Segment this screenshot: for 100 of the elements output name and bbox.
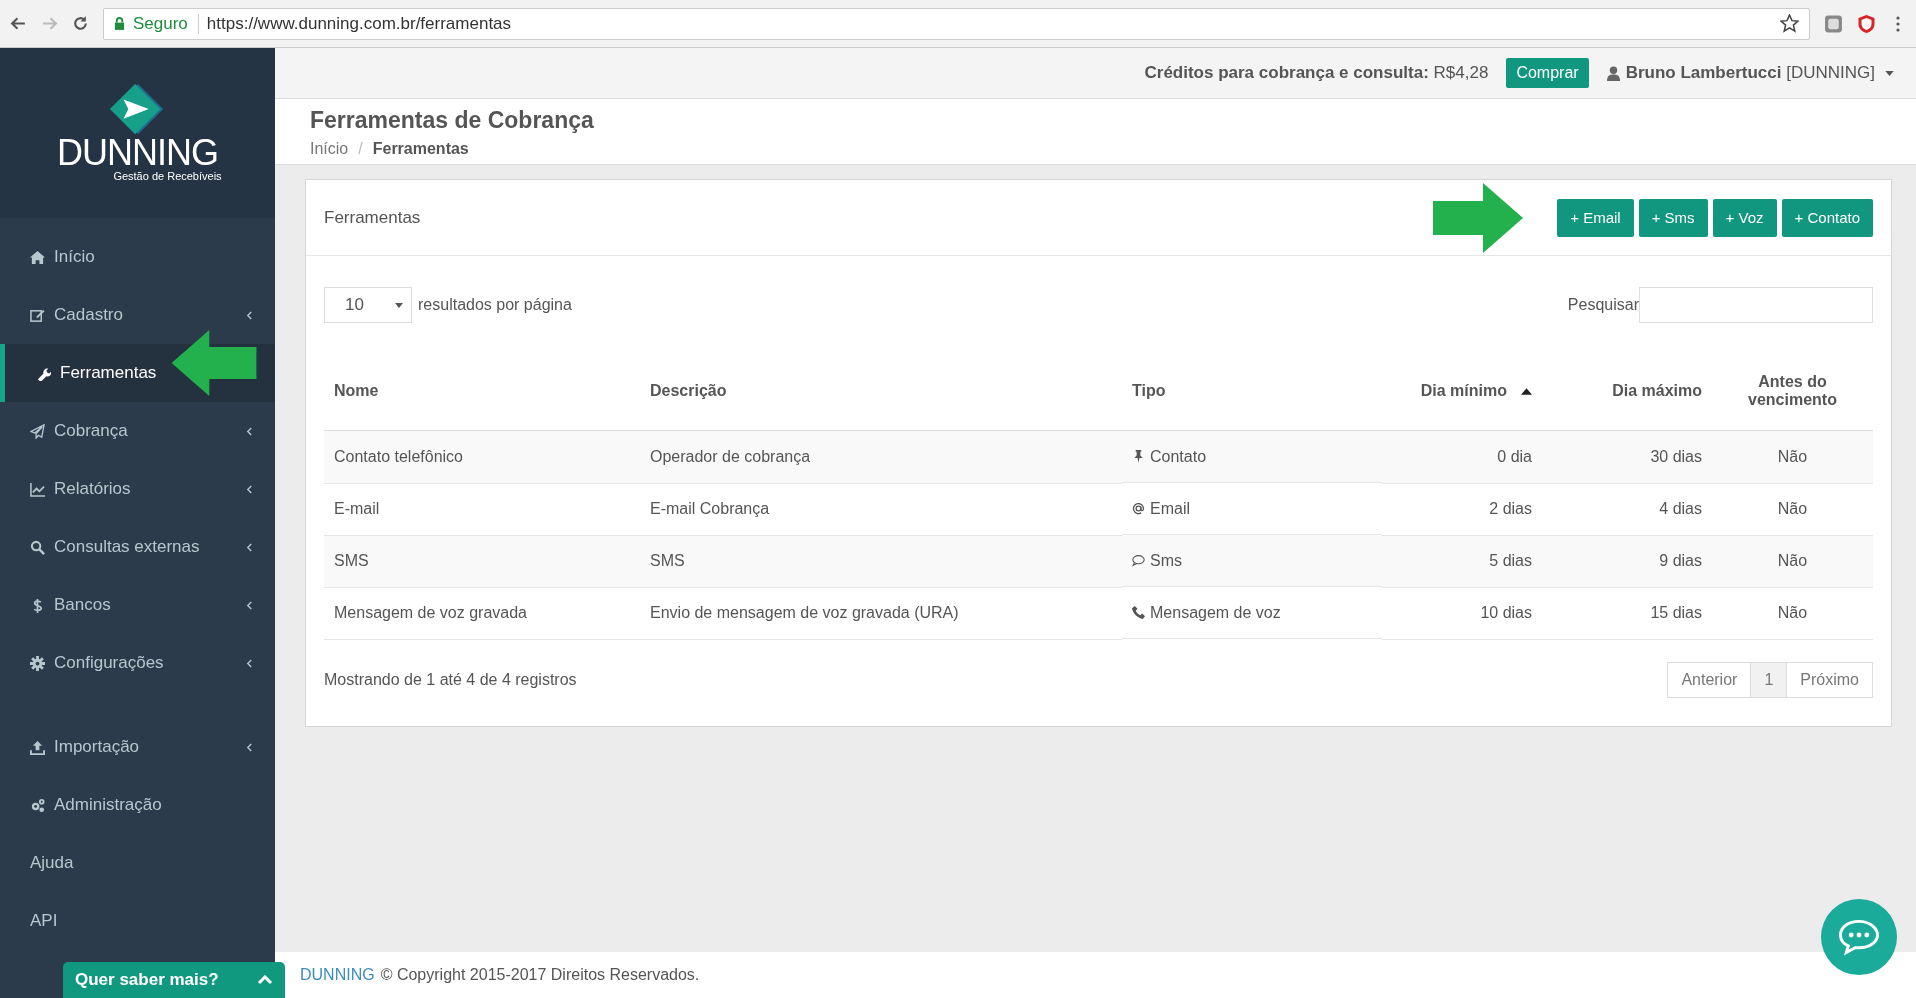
add-button[interactable]: + Contato bbox=[1781, 198, 1873, 237]
star-icon bbox=[1780, 14, 1799, 33]
add-button[interactable]: + Email bbox=[1557, 198, 1634, 237]
table-cell: Não bbox=[1712, 430, 1873, 483]
table-cell: Email bbox=[1150, 499, 1190, 518]
chevron-left-icon bbox=[246, 425, 253, 437]
table-cell: 2 dias bbox=[1382, 483, 1542, 535]
table-cell: Contato bbox=[1150, 447, 1207, 466]
page-size-select[interactable]: 10 bbox=[324, 287, 412, 323]
chevron-up-icon bbox=[257, 975, 273, 985]
speech-bubble-icon bbox=[1132, 554, 1145, 567]
buy-button[interactable]: Comprar bbox=[1506, 58, 1589, 88]
sidebar-item[interactable]: Cadastro bbox=[0, 286, 275, 344]
help-widget[interactable]: Quer saber mais? bbox=[63, 962, 285, 998]
pointer-arrow-icon bbox=[170, 330, 258, 396]
page-title: Ferramentas de Cobrança bbox=[310, 106, 595, 135]
search-icon bbox=[30, 539, 45, 555]
search-field[interactable] bbox=[1639, 287, 1873, 323]
sidebar-item[interactable]: Bancos bbox=[0, 576, 275, 634]
upload-icon bbox=[30, 739, 45, 755]
caret-down-icon bbox=[395, 302, 403, 308]
lock-icon bbox=[114, 17, 125, 30]
shield-icon bbox=[1857, 13, 1876, 34]
table-cell: Não bbox=[1712, 587, 1873, 639]
table-cell: 9 dias bbox=[1542, 535, 1712, 587]
sidebar-item[interactable]: Ajuda bbox=[0, 834, 275, 892]
credits-text: Créditos para cobrança e consulta: R$4,28 bbox=[1144, 63, 1489, 83]
table-cell: 0 dia bbox=[1382, 430, 1542, 483]
logo-tagline: Gestão de Recebíveis bbox=[113, 170, 222, 182]
sidebar-item[interactable]: Relatórios bbox=[0, 460, 275, 518]
column-header[interactable]: Dia mínimo bbox=[1382, 352, 1542, 431]
at-icon bbox=[1132, 502, 1145, 515]
caret-down-icon bbox=[1885, 70, 1894, 76]
table-cell: SMS bbox=[324, 535, 640, 587]
reload-icon bbox=[72, 15, 89, 32]
chevron-left-icon bbox=[246, 541, 253, 553]
table-cell: Não bbox=[1712, 535, 1873, 587]
column-header[interactable]: Nome bbox=[324, 352, 640, 431]
copyright-text: © Copyright 2015-2017 Direitos Reservados. bbox=[380, 966, 700, 984]
table-cell: Envio de mensagem de voz gravada (URA) bbox=[640, 587, 1122, 639]
chevron-left-icon bbox=[246, 657, 253, 669]
url-text: https://www.dunning.com.br/ferramentas bbox=[206, 13, 512, 34]
line-chart-icon bbox=[30, 481, 45, 497]
table-cell: 4 dias bbox=[1542, 483, 1712, 535]
back-icon bbox=[10, 15, 27, 32]
add-button[interactable]: + Voz bbox=[1712, 198, 1777, 237]
table-cell: E-mail bbox=[324, 483, 640, 535]
user-icon bbox=[1606, 65, 1620, 81]
breadcrumb-item: Ferramentas bbox=[372, 140, 469, 158]
gears-icon bbox=[30, 797, 45, 813]
home-icon bbox=[30, 249, 45, 265]
table-cell: Sms bbox=[1150, 551, 1182, 570]
edit-icon bbox=[30, 307, 45, 323]
address-bar[interactable]: Seguro https://www.dunning.com.br/ferramentas bbox=[103, 7, 1810, 40]
chevron-left-icon bbox=[246, 309, 253, 321]
search-label: Pesquisar bbox=[1567, 296, 1639, 314]
table-cell: 15 dias bbox=[1542, 587, 1712, 639]
chevron-left-icon bbox=[246, 483, 253, 495]
page-size-label: resultados por página bbox=[418, 296, 572, 314]
gear-icon bbox=[30, 655, 45, 671]
column-header[interactable]: Dia máximo bbox=[1542, 352, 1712, 431]
sidebar-item[interactable]: Cobrança bbox=[0, 402, 275, 460]
table-cell: E-mail Cobrança bbox=[640, 483, 1122, 535]
sidebar-item[interactable]: Configurações bbox=[0, 634, 275, 692]
table-info: Mostrando de 1 até 4 de 4 registros bbox=[324, 670, 577, 689]
column-header[interactable]: Tipo bbox=[1122, 352, 1382, 431]
panel-title: Ferramentas bbox=[324, 207, 421, 228]
user-menu[interactable]: Bruno Lambertucci [DUNNING] bbox=[1606, 63, 1894, 83]
sidebar-item[interactable]: Administração bbox=[0, 776, 275, 834]
add-button[interactable]: + Sms bbox=[1638, 198, 1708, 237]
breadcrumb-item[interactable]: Início bbox=[310, 140, 349, 158]
pagination-button[interactable]: 1 bbox=[1750, 661, 1788, 698]
sidebar-item[interactable]: API bbox=[0, 892, 275, 950]
table-cell: Contato telefônico bbox=[324, 430, 640, 483]
menu-icon bbox=[1896, 15, 1900, 32]
chevron-left-icon bbox=[246, 599, 253, 611]
sidebar-item[interactable]: Importação bbox=[0, 718, 275, 776]
sidebar-item[interactable]: Início bbox=[0, 228, 275, 286]
extension-icon bbox=[1824, 13, 1843, 34]
chevron-left-icon bbox=[246, 741, 253, 753]
sidebar-item[interactable]: Consultas externas bbox=[0, 518, 275, 576]
table-cell: 10 dias bbox=[1382, 587, 1542, 639]
phone-icon bbox=[1132, 606, 1145, 619]
secure-label: Seguro bbox=[133, 13, 199, 34]
table-cell: Operador de cobrança bbox=[640, 430, 1122, 483]
sort-ascending-icon bbox=[1521, 387, 1532, 395]
table-cell: 5 dias bbox=[1382, 535, 1542, 587]
table-cell: Não bbox=[1712, 483, 1873, 535]
pagination-button[interactable]: Próximo bbox=[1786, 661, 1873, 698]
column-header[interactable]: Descrição bbox=[640, 352, 1122, 431]
pin-icon bbox=[1132, 450, 1145, 463]
table-cell: 30 dias bbox=[1542, 430, 1712, 483]
breadcrumb-separator: / bbox=[358, 140, 363, 158]
table-cell: Mensagem de voz bbox=[1150, 603, 1281, 622]
footer-link[interactable]: DUNNING bbox=[300, 966, 375, 984]
paper-plane-icon bbox=[30, 423, 45, 439]
table-cell: Mensagem de voz gravada bbox=[324, 587, 640, 639]
forward-icon bbox=[41, 15, 58, 32]
column-header[interactable]: Antes do vencimento bbox=[1712, 352, 1873, 431]
table-cell: SMS bbox=[640, 535, 1122, 587]
